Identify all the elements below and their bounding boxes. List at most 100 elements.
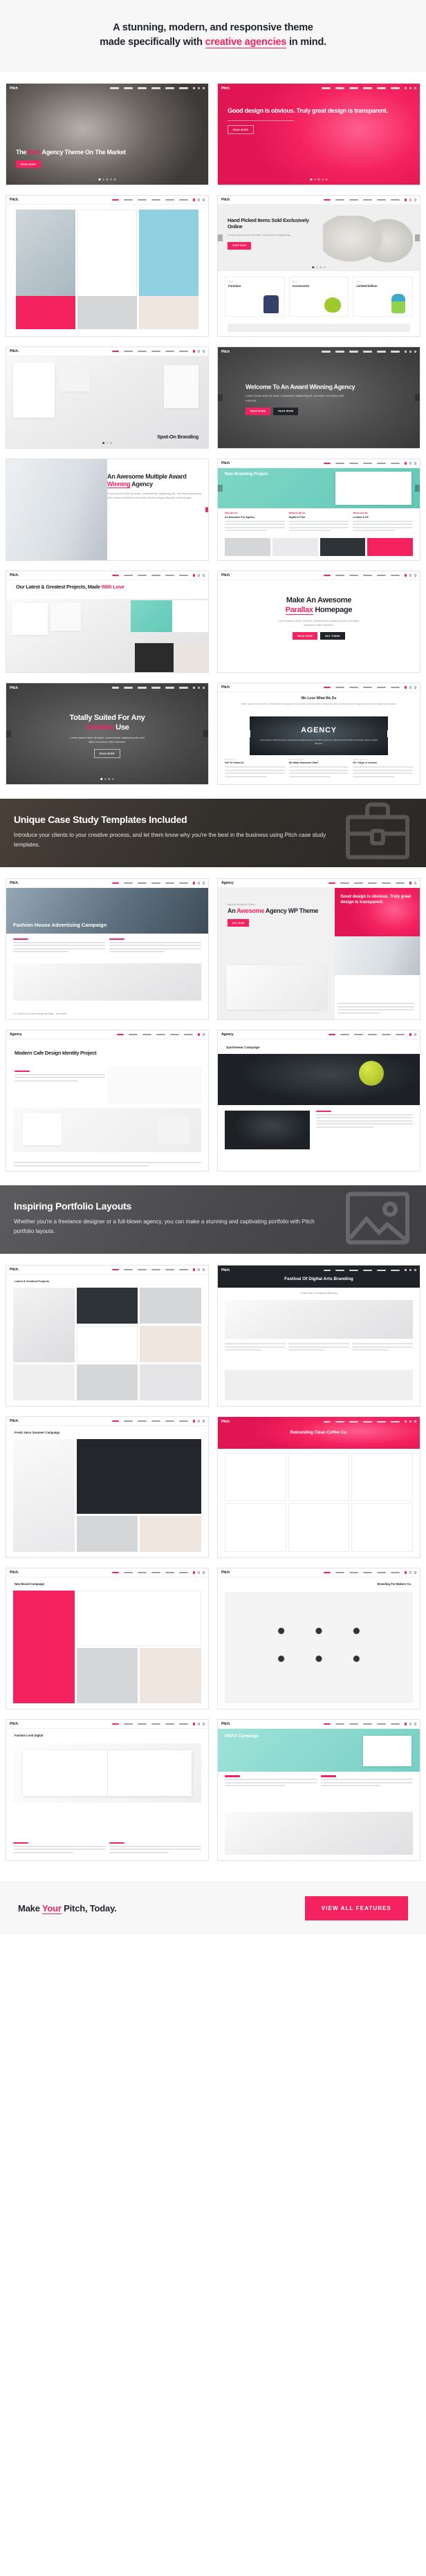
nav-icons[interactable] [404, 1420, 416, 1423]
nav-icons[interactable] [404, 1571, 416, 1574]
portfolio-tile[interactable] [76, 1364, 138, 1401]
preview-card-fashion-house[interactable]: Pitch. Fashion House Advertising Campaig… [6, 878, 209, 1021]
slider-dots[interactable] [98, 178, 116, 181]
preview-card-awesome-agency-wp[interactable]: Agency Agency Wordpress Theme An Awesome… [217, 878, 420, 1021]
hero-button-secondary[interactable]: READ MORE [273, 407, 299, 416]
slider-next-arrow[interactable] [203, 730, 208, 738]
hero-video[interactable]: AGENCY Lorem ipsum dolor sit amet, conse… [250, 716, 388, 756]
nav-menu[interactable] [111, 882, 188, 884]
slider-prev-arrow[interactable] [218, 394, 223, 402]
hero-button-secondary[interactable]: BUY THEME [320, 632, 345, 640]
portfolio-tile[interactable] [13, 1364, 75, 1401]
nav-menu[interactable] [109, 87, 188, 89]
portfolio-tile[interactable] [13, 1591, 75, 1704]
hero-button-primary[interactable]: READ MORE [246, 407, 271, 416]
shop-category-card[interactable]: Shop Accessories [288, 277, 349, 317]
nav-menu[interactable] [111, 1723, 188, 1725]
portfolio-tile[interactable] [139, 296, 198, 330]
slider-next-arrow[interactable] [387, 730, 392, 738]
preview-card-ice-cream[interactable]: Pitch. New Brand Campaign [6, 1568, 209, 1710]
portfolio-tile[interactable] [140, 1326, 201, 1362]
portfolio-tile[interactable] [77, 296, 137, 330]
nav-menu[interactable] [111, 350, 188, 353]
portfolio-tile[interactable] [140, 1364, 201, 1401]
shop-now-button[interactable]: SHOP NOW [228, 241, 252, 250]
gallery-tile[interactable] [225, 538, 270, 557]
portfolio-tile[interactable] [288, 1453, 350, 1502]
slider-next-arrow[interactable] [415, 234, 420, 242]
nav-icons[interactable] [409, 1033, 416, 1036]
preview-card-award-agency[interactable]: Pitch. Welcome To An Award Winning Agenc… [217, 346, 420, 450]
portfolio-tile[interactable] [140, 1515, 201, 1553]
nav-menu[interactable] [111, 1572, 188, 1574]
nav-menu[interactable] [323, 1420, 400, 1423]
hero-button[interactable]: READ MORE [93, 749, 121, 759]
gallery-tile[interactable] [320, 538, 366, 557]
portfolio-photo[interactable] [225, 1592, 413, 1704]
nav-icons[interactable] [404, 462, 416, 465]
nav-menu[interactable] [321, 87, 400, 89]
preview-card-fashion-look[interactable]: Pitch. Fashion Look Digital [6, 1719, 209, 1862]
slider-prev-arrow[interactable] [218, 485, 223, 492]
portfolio-tile[interactable] [13, 1439, 75, 1553]
nav-icons[interactable] [192, 882, 205, 884]
portfolio-tile[interactable] [225, 1453, 286, 1502]
slider-dots[interactable] [102, 442, 112, 445]
preview-card-modern-cafe[interactable]: Agency Modern Cafe Design Identity Proje… [6, 1030, 209, 1172]
hero-button[interactable]: READ MORE [16, 160, 41, 169]
nav-icons[interactable] [192, 1268, 205, 1271]
portfolio-tile[interactable] [140, 1648, 201, 1704]
slider-dots[interactable] [312, 266, 326, 269]
slider-next-arrow[interactable] [205, 507, 208, 512]
preview-card-smag[interactable]: Pitch. SMAG Campaign [217, 1719, 420, 1862]
preview-card-best-agency[interactable]: Pitch. The Best Agency Theme On The Mark… [6, 83, 209, 186]
preview-card-masonry-grid[interactable]: Pitch. Latest & Greatest Projects [6, 1265, 209, 1407]
nav-menu[interactable] [323, 1572, 400, 1574]
view-all-features-button[interactable]: VIEW ALL FEATURES [304, 1896, 408, 1921]
slider-next-arrow[interactable] [415, 485, 420, 492]
portfolio-tile[interactable] [288, 1503, 350, 1553]
preview-card-branding[interactable]: Pitch. Spot-On Branding [6, 346, 209, 450]
portfolio-photo[interactable] [13, 1743, 201, 1804]
preview-card-new-branding[interactable]: Pitch. New Branding Project Who We Are A… [217, 458, 420, 562]
nav-icons[interactable] [192, 574, 205, 577]
preview-card-agency-video[interactable]: Pitch. We Love What We Do Lorem ipsum do… [217, 683, 420, 786]
preview-card-packaging[interactable]: Pitch. Branding For Bakery Co. [217, 1568, 420, 1710]
nav-icons[interactable] [192, 686, 205, 689]
nav-icons[interactable] [192, 350, 205, 353]
nav-icons[interactable] [409, 882, 416, 884]
preview-card-parallax[interactable]: Pitch. Make An Awesome Parallax Homepage… [217, 571, 420, 674]
portfolio-tile[interactable] [140, 1288, 201, 1324]
nav-menu[interactable] [111, 1269, 188, 1271]
slider-prev-arrow[interactable] [6, 730, 11, 738]
shop-category-card[interactable]: Shop Limited Edition [353, 277, 413, 317]
slider-prev-arrow[interactable] [218, 234, 223, 242]
nav-icons[interactable] [192, 1420, 205, 1423]
nav-menu[interactable] [111, 574, 188, 577]
nav-menu[interactable] [328, 1034, 405, 1036]
nav-menu[interactable] [321, 351, 400, 353]
portfolio-tile[interactable] [76, 1439, 201, 1514]
nav-menu[interactable] [323, 686, 400, 689]
nav-icons[interactable] [197, 1033, 205, 1036]
portfolio-tile[interactable] [76, 1591, 201, 1647]
portfolio-tile[interactable] [13, 1288, 75, 1362]
shop-category-card[interactable]: Shop Furniture [225, 277, 285, 317]
portfolio-tile[interactable] [76, 1288, 138, 1324]
nav-menu[interactable] [111, 1420, 188, 1423]
preview-card-masonry-portfolio[interactable]: Pitch. The most powerfull graphic chip i… [6, 195, 209, 337]
preview-card-fresh-juice[interactable]: Pitch. Fresh Juice Summer Campaign [6, 1416, 209, 1559]
nav-icons[interactable] [192, 86, 205, 90]
portfolio-tile[interactable] [351, 1503, 413, 1553]
portfolio-tile[interactable] [225, 1503, 286, 1553]
nav-menu[interactable] [323, 574, 400, 577]
portfolio-tile[interactable] [16, 296, 75, 330]
portfolio-tile[interactable] [76, 1326, 138, 1362]
nav-menu[interactable] [111, 687, 188, 689]
nav-menu[interactable] [323, 1723, 400, 1725]
gallery-tile[interactable] [367, 538, 413, 557]
preview-card-latest-greatest[interactable]: Pitch. Our Latest & Greatest Projects, M… [6, 571, 209, 674]
nav-icons[interactable] [404, 86, 416, 90]
slider-dots[interactable] [100, 778, 114, 781]
nav-icons[interactable] [404, 574, 416, 577]
